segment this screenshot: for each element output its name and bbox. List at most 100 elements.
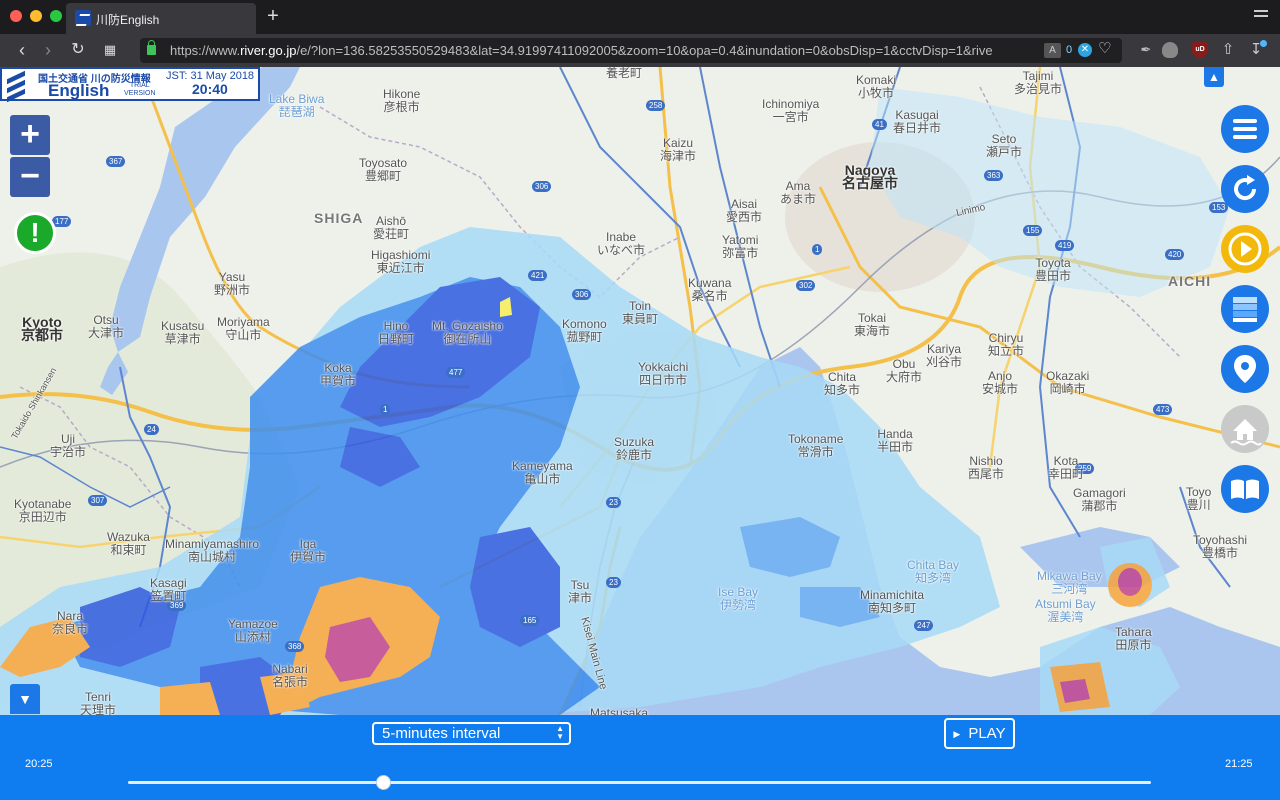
place-label: Iga 伊賀市 <box>290 537 327 564</box>
timeline-control-bar: 5-minutes interval ▲ ▼ ▶ PLAY 20:25 21:25 <box>0 715 1280 800</box>
river-logo-icon <box>5 70 27 103</box>
place-label: Lake Biwa 琵琶湖 <box>269 92 325 119</box>
zoom-in-button[interactable]: + <box>10 115 50 155</box>
interval-select[interactable]: 5-minutes interval ▲ ▼ <box>372 722 571 745</box>
url-text[interactable]: https://www.river.go.jp/e/?lon=136.58253… <box>170 43 1040 58</box>
route-marker: 307 <box>88 495 108 506</box>
place-label: Hikone 彦根市 <box>383 87 421 114</box>
place-label: Atsumi Bay 渥美湾 <box>1035 597 1096 624</box>
url-prefix: https://www. <box>170 43 241 58</box>
eyedropper-icon[interactable]: ✒ <box>1138 42 1154 58</box>
place-label: Nagoya 名古屋市 <box>842 162 898 191</box>
place-label: Nabari 名張市 <box>272 662 309 689</box>
new-tab-button[interactable]: + <box>262 5 284 27</box>
place-label: Uji 宇治市 <box>50 432 87 459</box>
place-label: Mt. Gozaisho 御在所山 <box>432 319 503 346</box>
collapse-down-icon[interactable]: ▼ <box>10 684 40 714</box>
site-logo-header[interactable]: 国土交通省 川の防災情報 English TRIAL VERSION JST: 3… <box>0 67 260 103</box>
route-marker: 41 <box>872 119 887 130</box>
tab-title: 川防English <box>96 13 160 27</box>
prefecture-label: SHIGA <box>314 210 364 226</box>
download-badge <box>1260 40 1267 47</box>
menu-icon[interactable] <box>1221 105 1269 153</box>
place-label: Mikawa Bay 三河湾 <box>1037 569 1102 596</box>
place-label: Toyota 豊田市 <box>1035 256 1072 283</box>
route-marker: 419 <box>1055 240 1075 251</box>
play-button[interactable]: ▶ PLAY <box>944 718 1015 749</box>
forward-arrow-icon[interactable]: › <box>36 38 60 62</box>
route-marker: 302 <box>796 280 816 291</box>
place-label: Moriyama 守山市 <box>217 315 270 342</box>
lock-icon <box>147 40 156 55</box>
route-marker: 420 <box>1165 249 1185 260</box>
place-label: Hino 日野町 <box>378 319 415 346</box>
url-domain: river.go.jp <box>240 43 297 58</box>
route-marker: 23 <box>606 577 621 588</box>
place-label: Suzuka 鈴鹿市 <box>614 435 655 462</box>
jst-time: 20:40 <box>192 81 228 97</box>
place-label: Chiryu 知立市 <box>988 331 1025 358</box>
shield-icon[interactable]: ✕ <box>1078 43 1092 57</box>
place-label: Yatomi 弥富市 <box>722 233 759 260</box>
browser-tab[interactable]: 川防English <box>66 3 256 34</box>
location-pin-icon[interactable] <box>1221 345 1269 393</box>
book-icon[interactable] <box>1221 465 1269 513</box>
route-marker: 24 <box>144 424 159 435</box>
zoom-out-button[interactable]: − <box>10 157 50 197</box>
layers-icon[interactable] <box>1221 285 1269 333</box>
window-close-button[interactable] <box>10 10 22 22</box>
play-label: PLAY <box>968 725 1006 742</box>
place-label: Toin 東員町 <box>622 299 659 326</box>
route-marker: 258 <box>646 100 666 111</box>
place-label: Tenri 天理市 <box>80 690 117 716</box>
place-label: Handa 半田市 <box>877 427 914 454</box>
place-label: Kaizu 海津市 <box>660 136 697 163</box>
place-label: Tahara 田原市 <box>1115 625 1152 652</box>
place-label: Ise Bay 伊勢湾 <box>718 585 759 612</box>
place-label: Wazuka 和束町 <box>107 530 150 557</box>
place-label: Nishio 西尾市 <box>968 454 1005 481</box>
place-label: Minamichita 南知多町 <box>860 588 925 615</box>
place-label: Ama あま市 <box>780 179 817 206</box>
route-marker: 306 <box>532 181 552 192</box>
reader-view-icon[interactable]: A <box>1044 43 1061 58</box>
place-label: Anjo 安城市 <box>982 369 1019 396</box>
house-flood-icon[interactable] <box>1221 405 1269 453</box>
place-label: Koka 甲賀市 <box>320 361 357 388</box>
english-label: English <box>48 81 110 100</box>
timeline-slider-track[interactable] <box>128 781 1151 784</box>
window-maximize-button[interactable] <box>50 10 62 22</box>
place-label: Toyo 豊川 <box>1186 485 1212 512</box>
collapse-up-icon[interactable]: ▲ <box>1204 67 1224 87</box>
place-label: Matsusaka <box>590 706 649 716</box>
ublock-icon[interactable]: uD <box>1192 42 1208 58</box>
window-minimize-button[interactable] <box>30 10 42 22</box>
place-label: Otsu 大津市 <box>88 313 125 340</box>
share-icon[interactable]: ⇧ <box>1220 42 1236 58</box>
route-marker: 473 <box>1153 404 1173 415</box>
place-label: Kyoto 京都市 <box>21 314 63 343</box>
route-marker: 477 <box>446 367 466 378</box>
timeline-start-time: 20:25 <box>25 758 53 770</box>
warning-icon[interactable]: ! <box>14 212 56 254</box>
heart-icon[interactable]: ♡ <box>1098 41 1111 56</box>
timeline-end-time: 21:25 <box>1225 758 1253 770</box>
place-label: Obu 大府市 <box>886 357 923 384</box>
tab-overflow-icon[interactable] <box>1254 10 1268 24</box>
browser-nav-bar: ‹ › ↻ ▦ https://www.river.go.jp/e/?lon=1… <box>0 34 1280 67</box>
grid-icon[interactable]: ▦ <box>98 38 122 62</box>
place-label: Inabe いなべ市 <box>597 230 646 257</box>
back-arrow-icon[interactable]: ‹ <box>10 38 34 62</box>
prefecture-label: AICHI <box>1168 273 1212 289</box>
refresh-icon[interactable] <box>1221 165 1269 213</box>
extension-mask-icon[interactable] <box>1162 42 1178 58</box>
place-label: Tsu 津市 <box>568 578 593 605</box>
timeline-slider-thumb[interactable] <box>376 775 392 790</box>
route-marker: 421 <box>528 270 548 281</box>
reload-icon[interactable]: ↻ <box>66 38 90 62</box>
route-marker: 367 <box>106 156 126 167</box>
play-circle-icon[interactable] <box>1221 225 1269 273</box>
map-canvas[interactable]: 367 177 306 258 41 155 419 363 153 420 1… <box>0 67 1280 715</box>
address-bar[interactable]: https://www.river.go.jp/e/?lon=136.58253… <box>140 38 1122 63</box>
route-marker: 155 <box>1023 225 1043 236</box>
